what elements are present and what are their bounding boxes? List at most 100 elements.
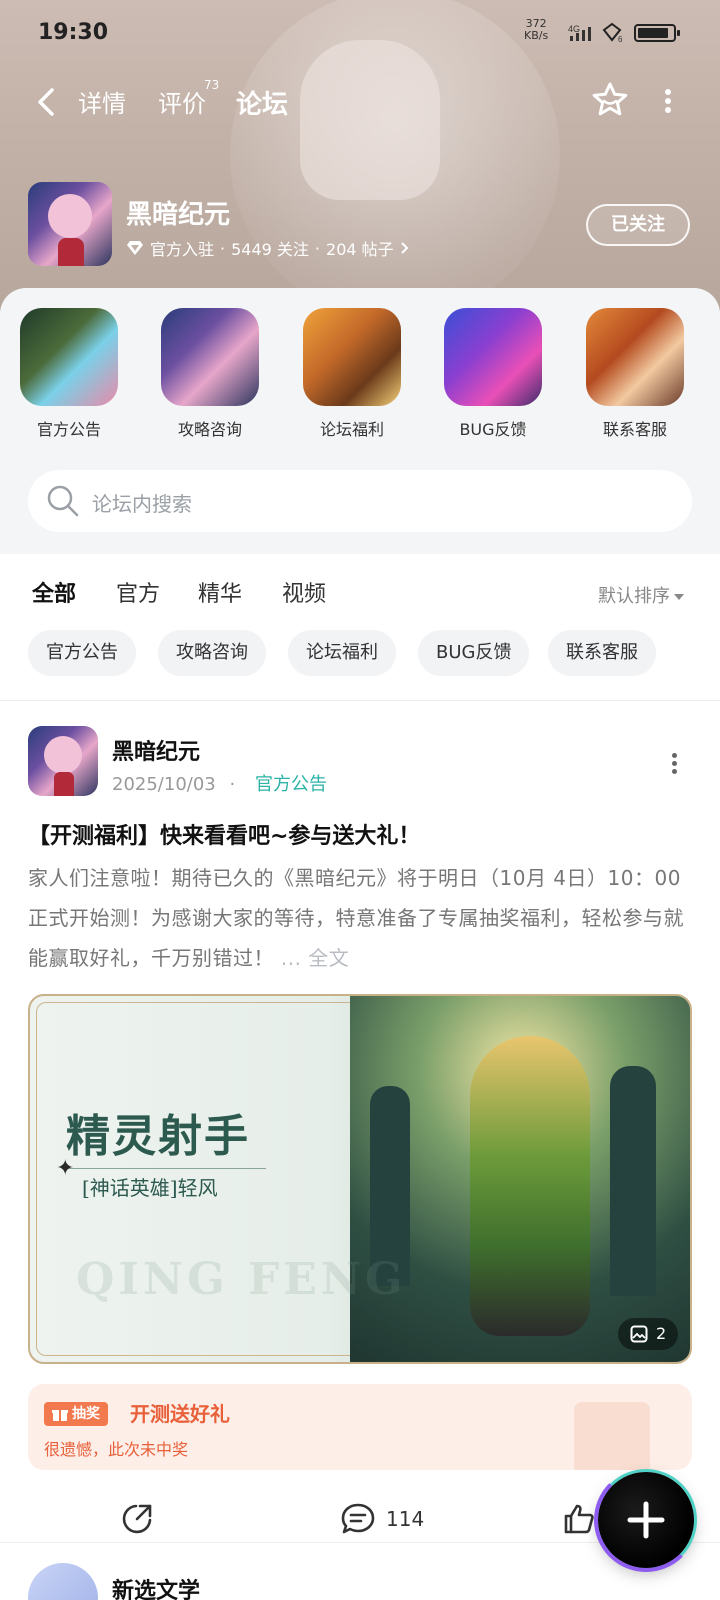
comment-count: 114 [386,1507,425,1531]
image-subtitle: [神话英雄]轻风 [82,1176,218,1200]
category-icon [20,308,118,406]
share-button[interactable] [120,1502,154,1536]
chip-bug-report[interactable]: BUG反馈 [418,630,530,676]
tab-forum-label: 论坛 [236,90,289,120]
filter-tab-official[interactable]: 官方 [116,576,160,608]
chip-announcements[interactable]: 官方公告 [28,630,136,676]
image-count-badge: 2 [618,1318,679,1350]
wifi-icon: 6 [602,22,628,48]
image-watermark: QING FENG [76,1254,407,1305]
back-button[interactable] [30,84,66,120]
gift-icon [52,1410,68,1421]
signal-icon: 4G [568,24,598,46]
follow-button[interactable]: 已关注 [586,204,690,246]
post-meta: 2025/10/03 · 官方公告 [112,770,327,796]
meta-separator: · [229,774,236,795]
game-stats[interactable]: 官方入驻 · 5449 关注 · 204 帖子 [126,236,410,260]
share-icon [122,1504,152,1534]
category-icon [586,308,684,406]
svg-text:4G: 4G [568,24,580,34]
lottery-title: 开测送好礼 [130,1402,230,1426]
status-time: 19:30 [38,20,109,45]
comment-icon [341,1503,375,1534]
sparkle-icon: ✦ [56,1156,75,1181]
followers-count: 5449 关注 [231,240,309,259]
status-bar: 19:30 372 KB/s 4G 6 [0,0,720,66]
tab-reviews[interactable]: 评价 [158,84,206,119]
battery-icon [634,24,680,42]
caret-down-icon [674,594,684,600]
game-name: 黑暗纪元 [126,200,231,230]
network-speed: 372 KB/s [524,18,548,42]
post-body-text: 家人们注意啦！期待已久的《黑暗纪元》将于明日（10月 4日）10：00 正式开始… [28,866,684,970]
filter-tab-video[interactable]: 视频 [282,576,326,608]
category-customer-service[interactable]: 联系客服 [580,308,690,440]
filter-tab-all[interactable]: 全部 [32,576,77,612]
comment-button[interactable]: 114 [340,1502,424,1536]
like-button[interactable] [562,1502,596,1536]
posts-count: 204 帖子 [326,240,394,259]
next-post-author[interactable]: 新选文学 [112,1573,200,1600]
filter-tab-label: 视频 [282,582,327,607]
category-icon [303,308,401,406]
category-bug-report[interactable]: BUG反馈 [438,308,548,440]
reviews-count-badge: 73 [204,78,220,92]
post-more-button[interactable] [666,750,682,780]
sort-label: 默认排序 [598,586,670,607]
tab-details[interactable]: 详情 [78,84,126,119]
filter-tab-label: 全部 [32,582,77,607]
diamond-icon [127,241,143,255]
top-nav: 详情 评价 73 论坛 [0,72,720,132]
create-post-button[interactable] [594,1468,698,1572]
forum-search-input[interactable]: 论坛内搜索 [28,470,692,532]
post-image[interactable]: 精灵射手 ✦ [神话英雄]轻风 QING FENG 2 [28,994,692,1364]
post-date: 2025/10/03 [112,774,216,795]
post-category-link[interactable]: 官方公告 [255,774,327,795]
sort-dropdown[interactable]: 默认排序 [598,582,684,608]
chip-welfare[interactable]: 论坛福利 [288,630,396,676]
category-shortcuts: 官方公告 攻略咨询 论坛福利 BUG反馈 联系客服 [0,308,720,439]
category-chips: 官方公告 攻略咨询 论坛福利 BUG反馈 联系客服 [28,630,708,676]
image-title: 精灵射手 [66,1111,250,1162]
search-placeholder: 论坛内搜索 [92,492,192,516]
chip-guides[interactable]: 攻略咨询 [158,630,266,676]
image-icon [630,1325,648,1343]
lottery-result: 很遗憾，此次未中奖 [44,1440,189,1459]
post-title[interactable]: 【开测福利】快来看看吧~参与送大礼！ [28,818,698,850]
filter-tabs: 全部 官方 精华 视频 默认排序 [0,572,720,612]
category-guides[interactable]: 攻略咨询 [155,308,265,440]
category-icon [161,308,259,406]
official-label: 官方入驻 [150,240,215,259]
meta-separator: · [314,238,321,258]
category-announcements[interactable]: 官方公告 [14,308,124,440]
category-welfare[interactable]: 论坛福利 [297,308,407,440]
favorite-button[interactable] [590,80,630,120]
meta-separator: · [220,238,226,258]
post-card[interactable]: 黑暗纪元 2025/10/03 · 官方公告 【开测福利】快来看看吧~参与送大礼… [0,700,720,1560]
category-label: 联系客服 [602,420,667,439]
filter-tab-label: 官方 [116,582,161,607]
post-author-avatar[interactable] [28,726,98,796]
chevron-left-icon [38,88,54,116]
game-avatar[interactable] [28,182,112,266]
image-tower [610,1066,656,1296]
elf-archer-figure [470,1036,590,1336]
star-icon [592,82,628,116]
forum-content: 官方公告 攻略咨询 论坛福利 BUG反馈 联系客服 论坛内搜索 全部 官方 精华… [0,288,720,1600]
lottery-card[interactable]: 抽奖 开测送好礼 很遗憾，此次未中奖 [28,1384,692,1470]
post-body[interactable]: 家人们注意啦！期待已久的《黑暗纪元》将于明日（10月 4日）10：00 正式开始… [28,858,692,978]
tab-forum[interactable]: 论坛 [236,84,289,123]
tab-reviews-label: 评价 [158,90,206,118]
read-more-link[interactable]: ... 全文 [281,946,349,970]
speed-unit: KB/s [524,29,549,42]
more-options-button[interactable] [660,86,676,118]
filter-tab-label: 精华 [198,582,243,607]
post-author-name[interactable]: 黑暗纪元 [112,734,200,766]
thumbs-up-icon [564,1504,594,1534]
category-icon [444,308,542,406]
filter-tab-featured[interactable]: 精华 [198,576,242,608]
category-label: 攻略咨询 [177,420,242,439]
chip-customer-service[interactable]: 联系客服 [548,630,656,676]
next-post-avatar[interactable] [28,1563,98,1600]
image-count: 2 [656,1324,667,1343]
